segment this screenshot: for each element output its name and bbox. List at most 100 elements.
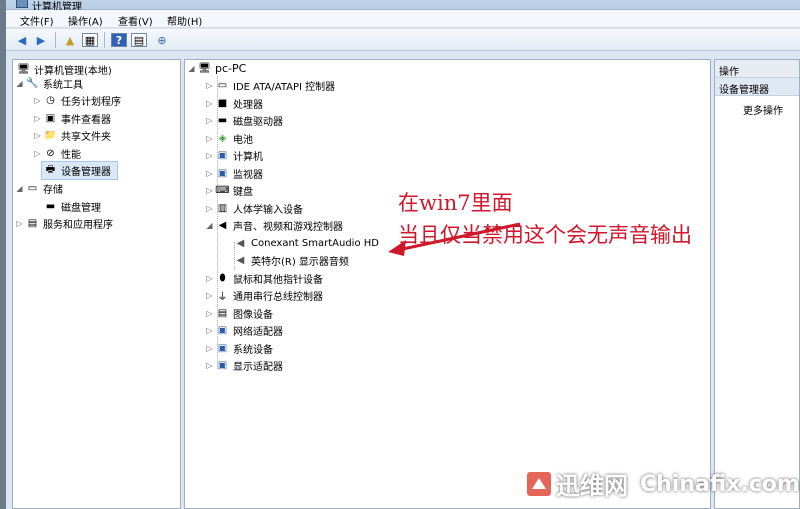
device-category[interactable]: ▷ ⬮ 鼠标和其他指针设备 <box>205 270 323 287</box>
collapsed-arrow-icon[interactable]: ▷ <box>205 116 214 125</box>
menu-bar: 文件(F) 操作(A) 查看(V) 帮助(H) <box>6 10 800 28</box>
tree-label: 存储 <box>43 185 63 196</box>
show-hide-tree-icon[interactable]: ▦ <box>82 33 98 47</box>
collapsed-arrow-icon[interactable]: ▷ <box>15 219 24 228</box>
action-section-device-manager[interactable]: 设备管理器 <box>715 78 799 96</box>
device-category-label: 监视器 <box>233 170 263 181</box>
toolbar-separator <box>104 32 105 48</box>
back-icon[interactable]: ◀ <box>14 33 30 47</box>
device-category-label: 图像设备 <box>233 310 273 321</box>
up-folder-icon[interactable]: ▲ <box>62 33 78 47</box>
forward-icon[interactable]: ▶ <box>33 33 49 47</box>
tree-item-task-scheduler[interactable]: ▷ ◷ 任务计划程序 <box>33 92 121 109</box>
menu-view[interactable]: 查看(V) <box>118 13 153 28</box>
tree-item-device-manager[interactable]: 🖶 设备管理器 <box>41 161 118 180</box>
tree-system-tools[interactable]: ◢ 🔧 系统工具 <box>15 75 83 92</box>
tree-label: 设备管理器 <box>61 167 111 178</box>
tree-item-disk-management[interactable]: ▬ 磁盘管理 <box>42 198 101 215</box>
device-root[interactable]: ◢ 🖥 pc-PC <box>187 60 246 77</box>
device-category[interactable]: ▷ ▣ 监视器 <box>205 165 263 182</box>
scan-hardware-icon[interactable]: ⊕ <box>154 33 170 47</box>
device-category-label: 磁盘驱动器 <box>233 117 283 128</box>
tree-label: 磁盘管理 <box>61 203 101 214</box>
device-category[interactable]: ▷ ▭ IDE ATA/ATAPI 控制器 <box>205 77 335 94</box>
tree-storage[interactable]: ◢ ▭ 存储 <box>15 180 63 197</box>
tree-item-performance[interactable]: ▷ ⊘ 性能 <box>33 145 81 162</box>
display-adapter-icon: ▣ <box>217 360 228 371</box>
device-category-label: 显示适配器 <box>233 362 283 373</box>
collapsed-arrow-icon[interactable]: ▷ <box>205 204 214 213</box>
device-category-label: 鼠标和其他指针设备 <box>233 275 323 286</box>
collapsed-arrow-icon[interactable]: ▷ <box>205 309 214 318</box>
expanded-arrow-icon[interactable]: ◢ <box>187 64 196 73</box>
device-category[interactable]: ▷ ▣ 计算机 <box>205 147 263 164</box>
device-category[interactable]: ▷ ▥ 人体学输入设备 <box>205 200 303 217</box>
device-category[interactable]: ▷ ⌨ 键盘 <box>205 182 253 199</box>
device-category-label: 电池 <box>233 135 253 146</box>
device-category[interactable]: ▷ ▣ 网络适配器 <box>205 322 283 339</box>
menu-help[interactable]: 帮助(H) <box>167 13 202 28</box>
toolbar: ◀ ▶ ▲ ▦ ? ▤ ⊕ <box>6 29 800 51</box>
computer-icon: 🖥 <box>198 63 211 74</box>
device-category[interactable]: ▷ ▣ 显示适配器 <box>205 357 283 374</box>
collapsed-arrow-icon[interactable]: ▷ <box>205 169 214 178</box>
expanded-arrow-icon[interactable]: ◢ <box>15 79 24 88</box>
device-category[interactable]: ▷ ▣ 系统设备 <box>205 340 273 357</box>
clock-icon: ◷ <box>46 95 55 106</box>
annotation-arrow <box>388 222 521 256</box>
collapsed-arrow-icon[interactable]: ▷ <box>205 326 214 335</box>
device-category[interactable]: ▷ ▤ 图像设备 <box>205 305 273 322</box>
collapsed-arrow-icon[interactable]: ▷ <box>205 134 214 143</box>
device-category-label: 声音、视频和游戏控制器 <box>233 222 343 233</box>
help-icon[interactable]: ? <box>111 33 127 47</box>
expanded-arrow-icon[interactable]: ◢ <box>205 221 214 230</box>
collapsed-arrow-icon[interactable]: ▷ <box>205 344 214 353</box>
device-category-label: 计算机 <box>233 152 263 163</box>
collapsed-arrow-icon[interactable]: ▷ <box>205 186 214 195</box>
device-category[interactable]: ▷ ◈ 电池 <box>205 130 253 147</box>
device-tree: ◢ 🖥 pc-PC ▷ ▭ IDE ATA/ATAPI 控制器 ▷ ■ 处理器 … <box>184 59 711 509</box>
tree-item-event-viewer[interactable]: ▷ ▣ 事件查看器 <box>33 110 111 127</box>
collapsed-arrow-icon[interactable]: ▷ <box>205 274 214 283</box>
collapsed-arrow-icon[interactable]: ▷ <box>205 291 214 300</box>
tree-item-shared-folders[interactable]: ▷ 📁 共享文件夹 <box>33 127 111 144</box>
action-pane-header: 操作 <box>715 60 799 78</box>
device-category[interactable]: ▷ ▬ 磁盘驱动器 <box>205 112 283 129</box>
collapsed-arrow-icon[interactable]: ▷ <box>205 151 214 160</box>
tools-icon: 🔧 <box>26 78 39 89</box>
collapsed-arrow-icon[interactable]: ▷ <box>33 114 42 123</box>
device-category-label: 通用串行总线控制器 <box>233 292 323 303</box>
device-category[interactable]: ▷ ■ 处理器 <box>205 95 263 112</box>
collapsed-arrow-icon[interactable]: ▷ <box>205 81 214 90</box>
device-root-label: pc-PC <box>215 62 247 75</box>
device-item-intel-audio[interactable]: ◀ 英特尔(R) 显示器音频 <box>232 252 349 269</box>
device-category-label: 系统设备 <box>233 345 273 356</box>
mouse-icon: ⬮ <box>219 273 226 284</box>
device-category-label: 处理器 <box>233 100 263 111</box>
disk-icon: ▬ <box>45 201 56 212</box>
hid-icon: ▥ <box>217 203 228 214</box>
properties-icon[interactable]: ▤ <box>131 33 147 47</box>
collapsed-arrow-icon[interactable]: ▷ <box>33 96 42 105</box>
device-category-label: 键盘 <box>233 187 253 198</box>
speaker-icon: ◀ <box>236 238 245 249</box>
device-category-label: 人体学输入设备 <box>233 205 303 216</box>
computer-icon: ▣ <box>217 150 228 161</box>
collapsed-arrow-icon[interactable]: ▷ <box>205 361 214 370</box>
device-category-label: 网络适配器 <box>233 327 283 338</box>
device-item-conexant[interactable]: ◀ Conexant SmartAudio HD <box>232 235 379 252</box>
expanded-arrow-icon[interactable]: ◢ <box>15 184 24 193</box>
camera-icon: ▤ <box>217 308 228 319</box>
menu-action[interactable]: 操作(A) <box>68 13 103 28</box>
device-category[interactable]: ▷ ⏚ 通用串行总线控制器 <box>205 287 323 304</box>
menu-file[interactable]: 文件(F) <box>20 13 54 28</box>
watermark-cn: 迅维网 <box>556 472 628 500</box>
collapsed-arrow-icon[interactable]: ▷ <box>33 131 42 140</box>
device-category-sound[interactable]: ◢ ◀ 声音、视频和游戏控制器 <box>205 217 343 234</box>
device-category-label: IDE ATA/ATAPI 控制器 <box>233 82 336 93</box>
tree-services-apps[interactable]: ▷ ▤ 服务和应用程序 <box>15 215 113 232</box>
collapsed-arrow-icon[interactable]: ▷ <box>33 149 42 158</box>
collapsed-arrow-icon[interactable]: ▷ <box>205 99 214 108</box>
more-actions-link[interactable]: 更多操作 <box>743 102 783 117</box>
toolbar-separator <box>55 32 56 48</box>
